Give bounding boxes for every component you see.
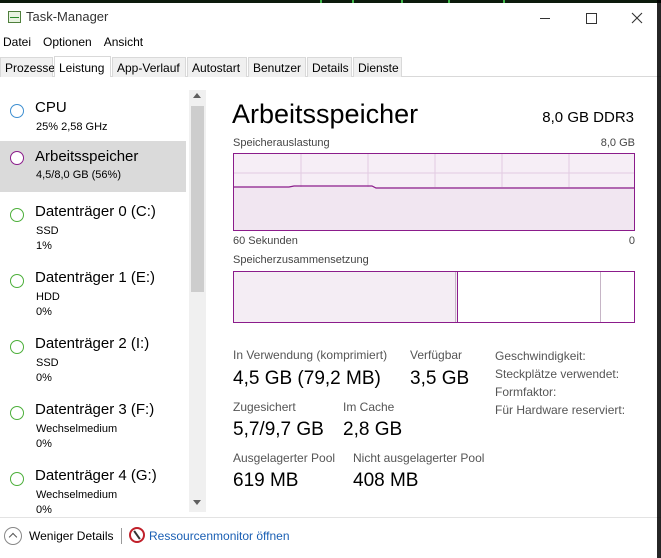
close-button[interactable] <box>614 6 660 30</box>
sidebar-item-name: CPU <box>35 99 67 116</box>
composition-in-use <box>234 272 458 322</box>
sidebar-item-detail: 25% 2,58 GHz <box>36 121 108 133</box>
sidebar-item-name: Datenträger 0 (C:) <box>35 203 156 220</box>
performance-sidebar: CPU 25% 2,58 GHz Arbeitsspeicher 4,5/8,0… <box>0 78 207 516</box>
sidebar-item-type: Wechselmedium <box>36 489 118 501</box>
nonpaged-pool-value: 408 MB <box>353 470 419 491</box>
sidebar-item-detail: 4,5/8,0 GB (56%) <box>36 169 121 181</box>
tab-autostart[interactable]: Autostart <box>187 57 247 77</box>
committed-value: 5,7/9,7 GB <box>233 419 324 440</box>
usage-graph-max: 8,0 GB <box>600 137 635 149</box>
memory-detail-panel: Arbeitsspeicher 8,0 GB DDR3 Speicherausl… <box>208 78 661 515</box>
memory-status-dot <box>10 151 24 165</box>
sidebar-item-usage: 0% <box>36 438 52 450</box>
sidebar-item-type: Wechselmedium <box>36 423 118 435</box>
paged-pool-label: Ausgelagerter Pool <box>233 451 336 465</box>
scroll-down-arrow-icon[interactable] <box>193 500 202 506</box>
disk-status-dot <box>10 208 24 222</box>
resource-monitor-link[interactable]: Ressourcenmonitor öffnen <box>149 529 290 543</box>
sidebar-item-usage: 0% <box>36 504 52 516</box>
usage-graph-label: Speicherauslastung <box>233 137 330 149</box>
maximize-button[interactable] <box>568 6 614 30</box>
fewer-details-link[interactable]: Weniger Details <box>29 529 113 543</box>
sidebar-item-name: Datenträger 4 (G:) <box>35 467 157 484</box>
tab-strip: Prozesse Leistung App-Verlauf Autostart … <box>0 56 661 77</box>
sidebar-item-disk-1[interactable]: Datenträger 1 (E:) HDD 0% <box>0 261 186 327</box>
task-manager-icon <box>8 11 21 23</box>
form-factor-label: Formfaktor: <box>495 385 557 399</box>
sidebar-item-disk-0[interactable]: Datenträger 0 (C:) SSD 1% <box>0 195 186 261</box>
tab-details[interactable]: Details <box>307 57 352 77</box>
menu-ansicht[interactable]: Ansicht <box>101 33 148 53</box>
close-icon <box>631 12 643 24</box>
cached-label: Im Cache <box>343 400 395 414</box>
sidebar-item-disk-2[interactable]: Datenträger 2 (I:) SSD 0% <box>0 327 186 393</box>
sidebar-item-type: SSD <box>36 357 59 369</box>
menu-optionen[interactable]: Optionen <box>40 33 97 53</box>
sidebar-item-usage: 0% <box>36 372 52 384</box>
tab-prozesse[interactable]: Prozesse <box>0 57 55 77</box>
sidebar-scrollbar[interactable] <box>189 90 206 512</box>
sidebar-item-disk-4[interactable]: Datenträger 4 (G:) Wechselmedium 0% <box>0 459 186 525</box>
sidebar-item-name: Arbeitsspeicher <box>35 148 139 165</box>
sidebar-item-memory[interactable]: Arbeitsspeicher 4,5/8,0 GB (56%) <box>0 141 186 192</box>
memory-usage-graph <box>233 153 635 231</box>
window-title: Task-Manager <box>26 9 109 24</box>
menu-bar: Datei Optionen Ansicht <box>0 33 152 53</box>
minimize-button[interactable] <box>522 6 568 30</box>
window-edge <box>657 0 661 558</box>
sidebar-item-type: SSD <box>36 225 59 237</box>
title-bar: Task-Manager <box>0 3 661 31</box>
in-use-label: In Verwendung (komprimiert) <box>233 348 388 362</box>
page-title: Arbeitsspeicher <box>232 99 419 129</box>
tab-dienste[interactable]: Dienste <box>353 57 402 77</box>
disk-status-dot <box>10 340 24 354</box>
sidebar-item-name: Datenträger 2 (I:) <box>35 335 150 352</box>
scrollbar-thumb[interactable] <box>191 106 204 292</box>
speed-label: Geschwindigkeit: <box>495 349 586 363</box>
tab-leistung[interactable]: Leistung <box>54 56 111 77</box>
sidebar-item-usage: 1% <box>36 240 52 252</box>
slots-label: Steckplätze verwendet: <box>495 367 620 381</box>
available-label: Verfügbar <box>410 348 463 362</box>
sidebar-item-usage: 0% <box>36 306 52 318</box>
footer-separator <box>121 528 122 544</box>
menu-datei[interactable]: Datei <box>0 33 36 53</box>
paged-pool-value: 619 MB <box>233 470 299 491</box>
graph-time-label: 60 Sekunden <box>233 235 298 247</box>
graph-time-end: 0 <box>628 235 635 247</box>
scroll-up-arrow-icon[interactable] <box>193 93 202 99</box>
sidebar-item-name: Datenträger 1 (E:) <box>35 269 156 286</box>
usage-graph-svg <box>234 154 634 230</box>
sidebar-item-type: HDD <box>36 291 60 303</box>
cpu-status-dot <box>10 104 24 118</box>
memory-spec: 8,0 GB DDR3 <box>542 109 634 126</box>
nonpaged-pool-label: Nicht ausgelagerter Pool <box>353 451 485 465</box>
memory-composition-bar <box>233 271 635 323</box>
sidebar-item-disk-3[interactable]: Datenträger 3 (F:) Wechselmedium 0% <box>0 393 186 459</box>
available-value: 3,5 GB <box>410 368 470 389</box>
sidebar-item-name: Datenträger 3 (F:) <box>35 401 155 418</box>
tab-benutzer[interactable]: Benutzer <box>248 57 306 77</box>
composition-label: Speicherzusammensetzung <box>233 254 369 266</box>
disk-status-dot <box>10 274 24 288</box>
hardware-reserved-label: Für Hardware reserviert: <box>495 403 626 417</box>
in-use-value: 4,5 GB (79,2 MB) <box>233 368 381 389</box>
footer-bar: Weniger Details Ressourcenmonitor öffnen <box>0 517 661 558</box>
cached-value: 2,8 GB <box>343 419 403 440</box>
composition-divider <box>600 272 601 322</box>
disk-status-dot <box>10 406 24 420</box>
disk-status-dot <box>10 472 24 486</box>
committed-label: Zugesichert <box>233 400 296 414</box>
resource-monitor-icon[interactable] <box>129 527 145 543</box>
tab-app-verlauf[interactable]: App-Verlauf <box>112 57 186 77</box>
chevron-up-icon[interactable] <box>4 527 22 545</box>
